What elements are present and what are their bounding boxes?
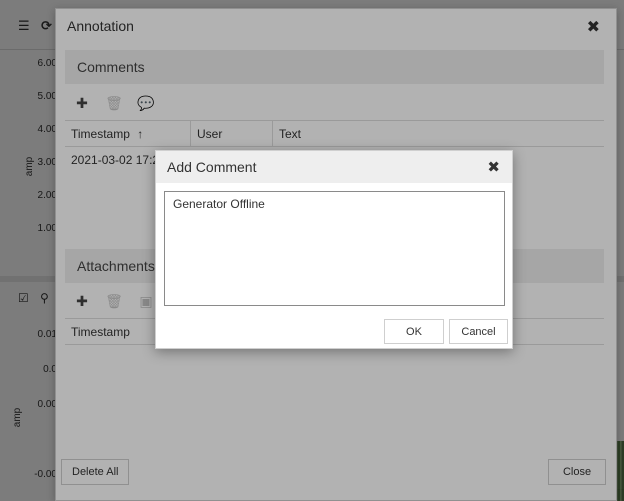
close-icon[interactable]: ✖ (487, 158, 500, 176)
ok-button[interactable]: OK (384, 319, 444, 344)
add-comment-title: Add Comment (167, 159, 257, 175)
comment-text-input[interactable] (164, 191, 505, 306)
cancel-button[interactable]: Cancel (449, 319, 508, 344)
add-comment-dialog: Add Comment ✖ OK Cancel (155, 150, 513, 349)
add-comment-header: Add Comment ✖ (156, 151, 512, 183)
